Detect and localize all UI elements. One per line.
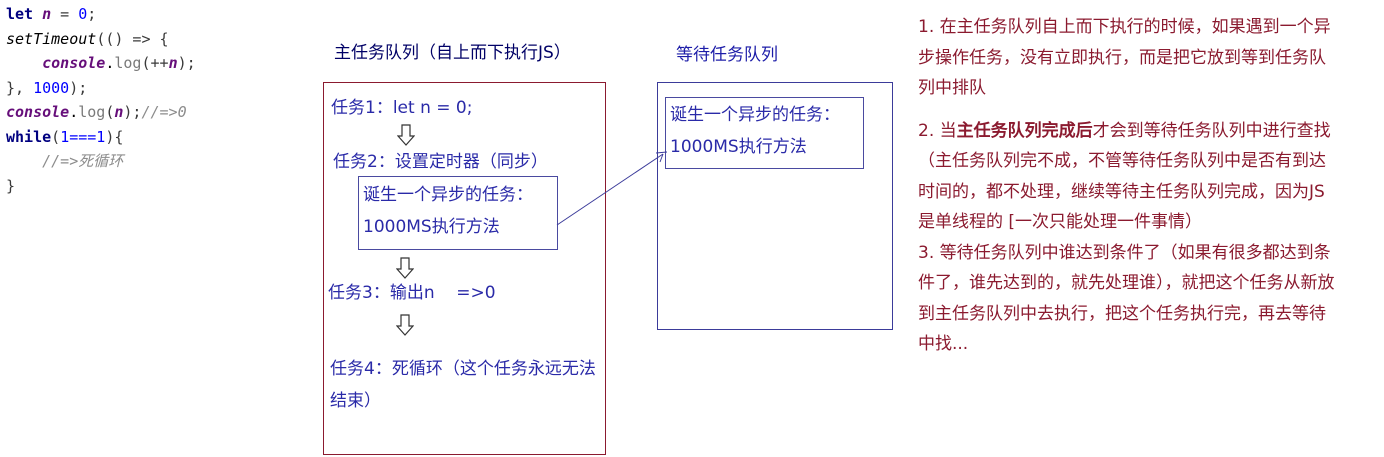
async-task-line-2: 1000MS执行方法 — [363, 217, 500, 237]
code-text: ; — [87, 5, 97, 23]
code-text: ( — [51, 127, 61, 146]
code-console: console — [42, 54, 106, 72]
async-task-line-1: 诞生一个异步的任务： — [363, 185, 533, 205]
code-text: ); — [177, 54, 196, 72]
task-1: 任务1：let n = 0; — [331, 98, 473, 118]
code-text: (++ — [141, 54, 169, 72]
code-number: 0 — [78, 5, 88, 23]
waiting-task-line-2: 1000MS执行方法 — [670, 137, 807, 157]
code-text: (() => { — [96, 29, 169, 48]
wait-queue-title: 等待任务队列 — [676, 45, 778, 65]
down-arrow-icon — [396, 314, 414, 336]
note-3: 3. 等待任务队列中谁达到条件了（如果有很多都达到条件了，谁先达到的，就先处理谁… — [918, 242, 1335, 355]
code-text: . — [69, 103, 79, 121]
code-text: } — [6, 176, 16, 195]
task-4: 任务4：死循环（这个任务永远无法结束） — [330, 359, 596, 411]
code-method: log — [114, 54, 142, 72]
code-text: }, — [6, 78, 34, 97]
code-number: 1000 — [33, 78, 70, 97]
down-arrow-icon — [396, 257, 414, 279]
code-text: ); — [123, 103, 142, 121]
code-text: ){ — [105, 127, 124, 146]
code-text: = — [51, 5, 79, 23]
explanation-notes: 1. 在主任务队列自上而下执行的时候，如果遇到一个异步操作任务，没有立即执行，而… — [918, 12, 1338, 360]
code-keyword-while: while — [6, 127, 52, 146]
code-console: console — [6, 103, 70, 121]
code-snippet: let n = 0; setTimeout(() => { console.lo… — [6, 2, 306, 198]
code-var-n: n — [168, 54, 178, 72]
note-2: 2. 当主任务队列完成后才会到等待任务队列中进行查找（主任务队列完不成，不管等待… — [918, 116, 1338, 238]
code-comment: //=>0 — [141, 103, 187, 121]
async-task-box: 诞生一个异步的任务： 1000MS执行方法 — [358, 176, 558, 250]
note-2-prefix: 2. 当 — [918, 120, 957, 141]
code-comment: //=>死循环 — [42, 152, 124, 170]
code-var-n: n — [42, 5, 52, 23]
note-2-emphasis: 主任务队列完成后 — [956, 120, 1093, 141]
main-queue-title: 主任务队列（自上而下执行JS） — [334, 43, 571, 63]
down-arrow-icon — [397, 124, 415, 146]
waiting-task-line-1: 诞生一个异步的任务： — [670, 105, 840, 125]
code-method: log — [78, 103, 106, 121]
task-3: 任务3：输出n =>0 — [328, 283, 496, 303]
note-1: 1. 在主任务队列自上而下执行的时候，如果遇到一个异步操作任务，没有立即执行，而… — [918, 17, 1331, 98]
code-keyword-let: let — [6, 5, 34, 23]
code-text: ); — [69, 78, 88, 97]
code-condition: 1===1 — [60, 127, 106, 146]
code-fn-settimeout: setTimeout — [6, 29, 97, 48]
move-to-wait-queue-arrow — [556, 151, 668, 226]
waiting-async-task-box: 诞生一个异步的任务： 1000MS执行方法 — [665, 97, 864, 169]
task-2: 任务2：设置定时器（同步） — [333, 152, 548, 172]
